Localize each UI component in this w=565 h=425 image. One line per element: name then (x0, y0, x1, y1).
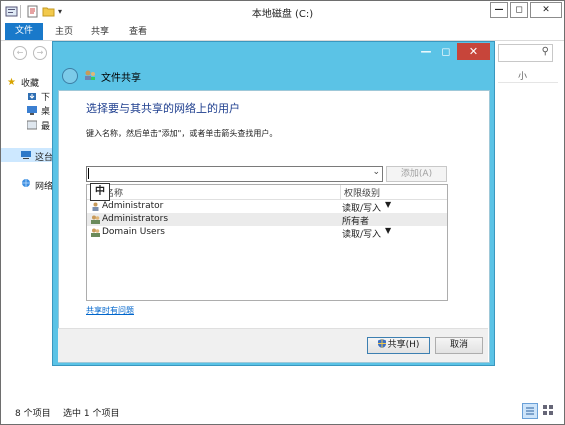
user-row[interactable]: Domain Users 读取/写入 ▼ (87, 226, 447, 240)
dialog-maximize-button[interactable]: ◻ (437, 43, 455, 60)
favorites-star-icon: ★ (7, 77, 16, 88)
text-cursor (88, 168, 89, 179)
user-list-header: 名称 权限级别 (87, 185, 447, 200)
column-header-partial: 小 (498, 68, 558, 83)
ime-indicator[interactable]: 中 (90, 183, 110, 201)
explorer-titlebar: ▾ 本地磁盘 (C:) — ◻ ✕ (1, 1, 564, 23)
uac-shield-icon (377, 339, 386, 348)
recent-places-icon (26, 120, 38, 130)
nav-downloads[interactable]: 下 (41, 90, 50, 103)
combobox-arrow-icon[interactable]: ⌄ (372, 167, 380, 177)
dialog-minimize-button[interactable]: — (417, 43, 435, 60)
user-name-combobox[interactable]: ⌄ (86, 166, 383, 182)
user-name: Administrators (102, 214, 169, 224)
forward-icon[interactable]: → (33, 46, 47, 60)
user-permission[interactable]: 读取/写入 (342, 227, 381, 240)
tab-view[interactable]: 查看 (123, 25, 153, 40)
user-list: 名称 权限级别 Administrator 读取/写入 ▼ Administra… (86, 184, 448, 301)
dialog-close-button[interactable]: ✕ (457, 43, 490, 60)
explorer-close-button[interactable]: ✕ (530, 2, 562, 18)
nav-recent[interactable]: 最 (41, 119, 50, 132)
user-name: Domain Users (102, 227, 165, 237)
user-icon (91, 202, 100, 211)
nav-favorites[interactable]: 收藏 (21, 76, 39, 89)
large-icons-view-icon[interactable] (541, 403, 555, 417)
status-bar: 8 个项目 选中 1 个项目 (1, 399, 564, 423)
cancel-button[interactable]: 取消 (435, 337, 483, 354)
status-selected-count: 选中 1 个项目 (63, 409, 120, 419)
search-icon: ⚲ (541, 46, 549, 57)
group-icon (91, 215, 100, 224)
nav-network[interactable]: 网络 (35, 179, 53, 192)
downloads-icon (27, 91, 37, 101)
nav-desktop[interactable]: 桌 (41, 104, 50, 117)
computer-icon (21, 150, 31, 160)
user-row[interactable]: Administrator 读取/写入 ▼ (87, 200, 447, 214)
file-sharing-dialog: — ◻ ✕ 文件共享 选择要与其共享的网络上的用户 键入名称，然后单击"添加"，… (52, 41, 495, 366)
desktop-icon (27, 105, 37, 115)
share-button-label: 共享(H) (387, 340, 420, 350)
user-row[interactable]: Administrators 所有者 (87, 213, 447, 227)
tab-share[interactable]: 共享 (85, 25, 115, 40)
explorer-minimize-button[interactable]: — (490, 2, 508, 18)
ribbon-tabs: 文件 主页 共享 查看 (1, 23, 564, 41)
user-name: Administrator (102, 201, 164, 211)
share-users-icon (84, 69, 96, 81)
dialog-instruction: 键入名称，然后单击"添加"，或者单击箭头查找用户。 (86, 129, 278, 138)
dialog-back-icon[interactable] (62, 68, 78, 84)
column-permission-header[interactable]: 权限级别 (344, 186, 380, 199)
details-view-icon[interactable] (522, 403, 538, 419)
status-item-count: 8 个项目 (15, 409, 51, 419)
help-link[interactable]: 共享时有问题 (86, 305, 134, 316)
tab-home[interactable]: 主页 (49, 25, 79, 40)
dialog-heading: 选择要与其共享的网络上的用户 (86, 102, 240, 115)
network-icon (21, 178, 31, 188)
permission-dropdown-icon[interactable]: ▼ (385, 226, 391, 235)
permission-dropdown-icon[interactable]: ▼ (385, 200, 391, 209)
group-icon (91, 228, 100, 237)
search-input[interactable]: ⚲ (498, 44, 553, 62)
explorer-maximize-button[interactable]: ◻ (510, 2, 528, 18)
share-button[interactable]: 共享(H) (367, 337, 430, 354)
column-divider[interactable] (340, 185, 341, 199)
add-button[interactable]: 添加(A) (386, 166, 447, 182)
nav-this-pc[interactable]: 这台 (35, 150, 53, 163)
dialog-title: 文件共享 (101, 73, 141, 84)
explorer-title: 本地磁盘 (C:) (251, 9, 314, 20)
back-icon[interactable]: ← (13, 46, 27, 60)
tab-file[interactable]: 文件 (5, 23, 43, 40)
column-header-partial-label: 小 (518, 72, 528, 82)
